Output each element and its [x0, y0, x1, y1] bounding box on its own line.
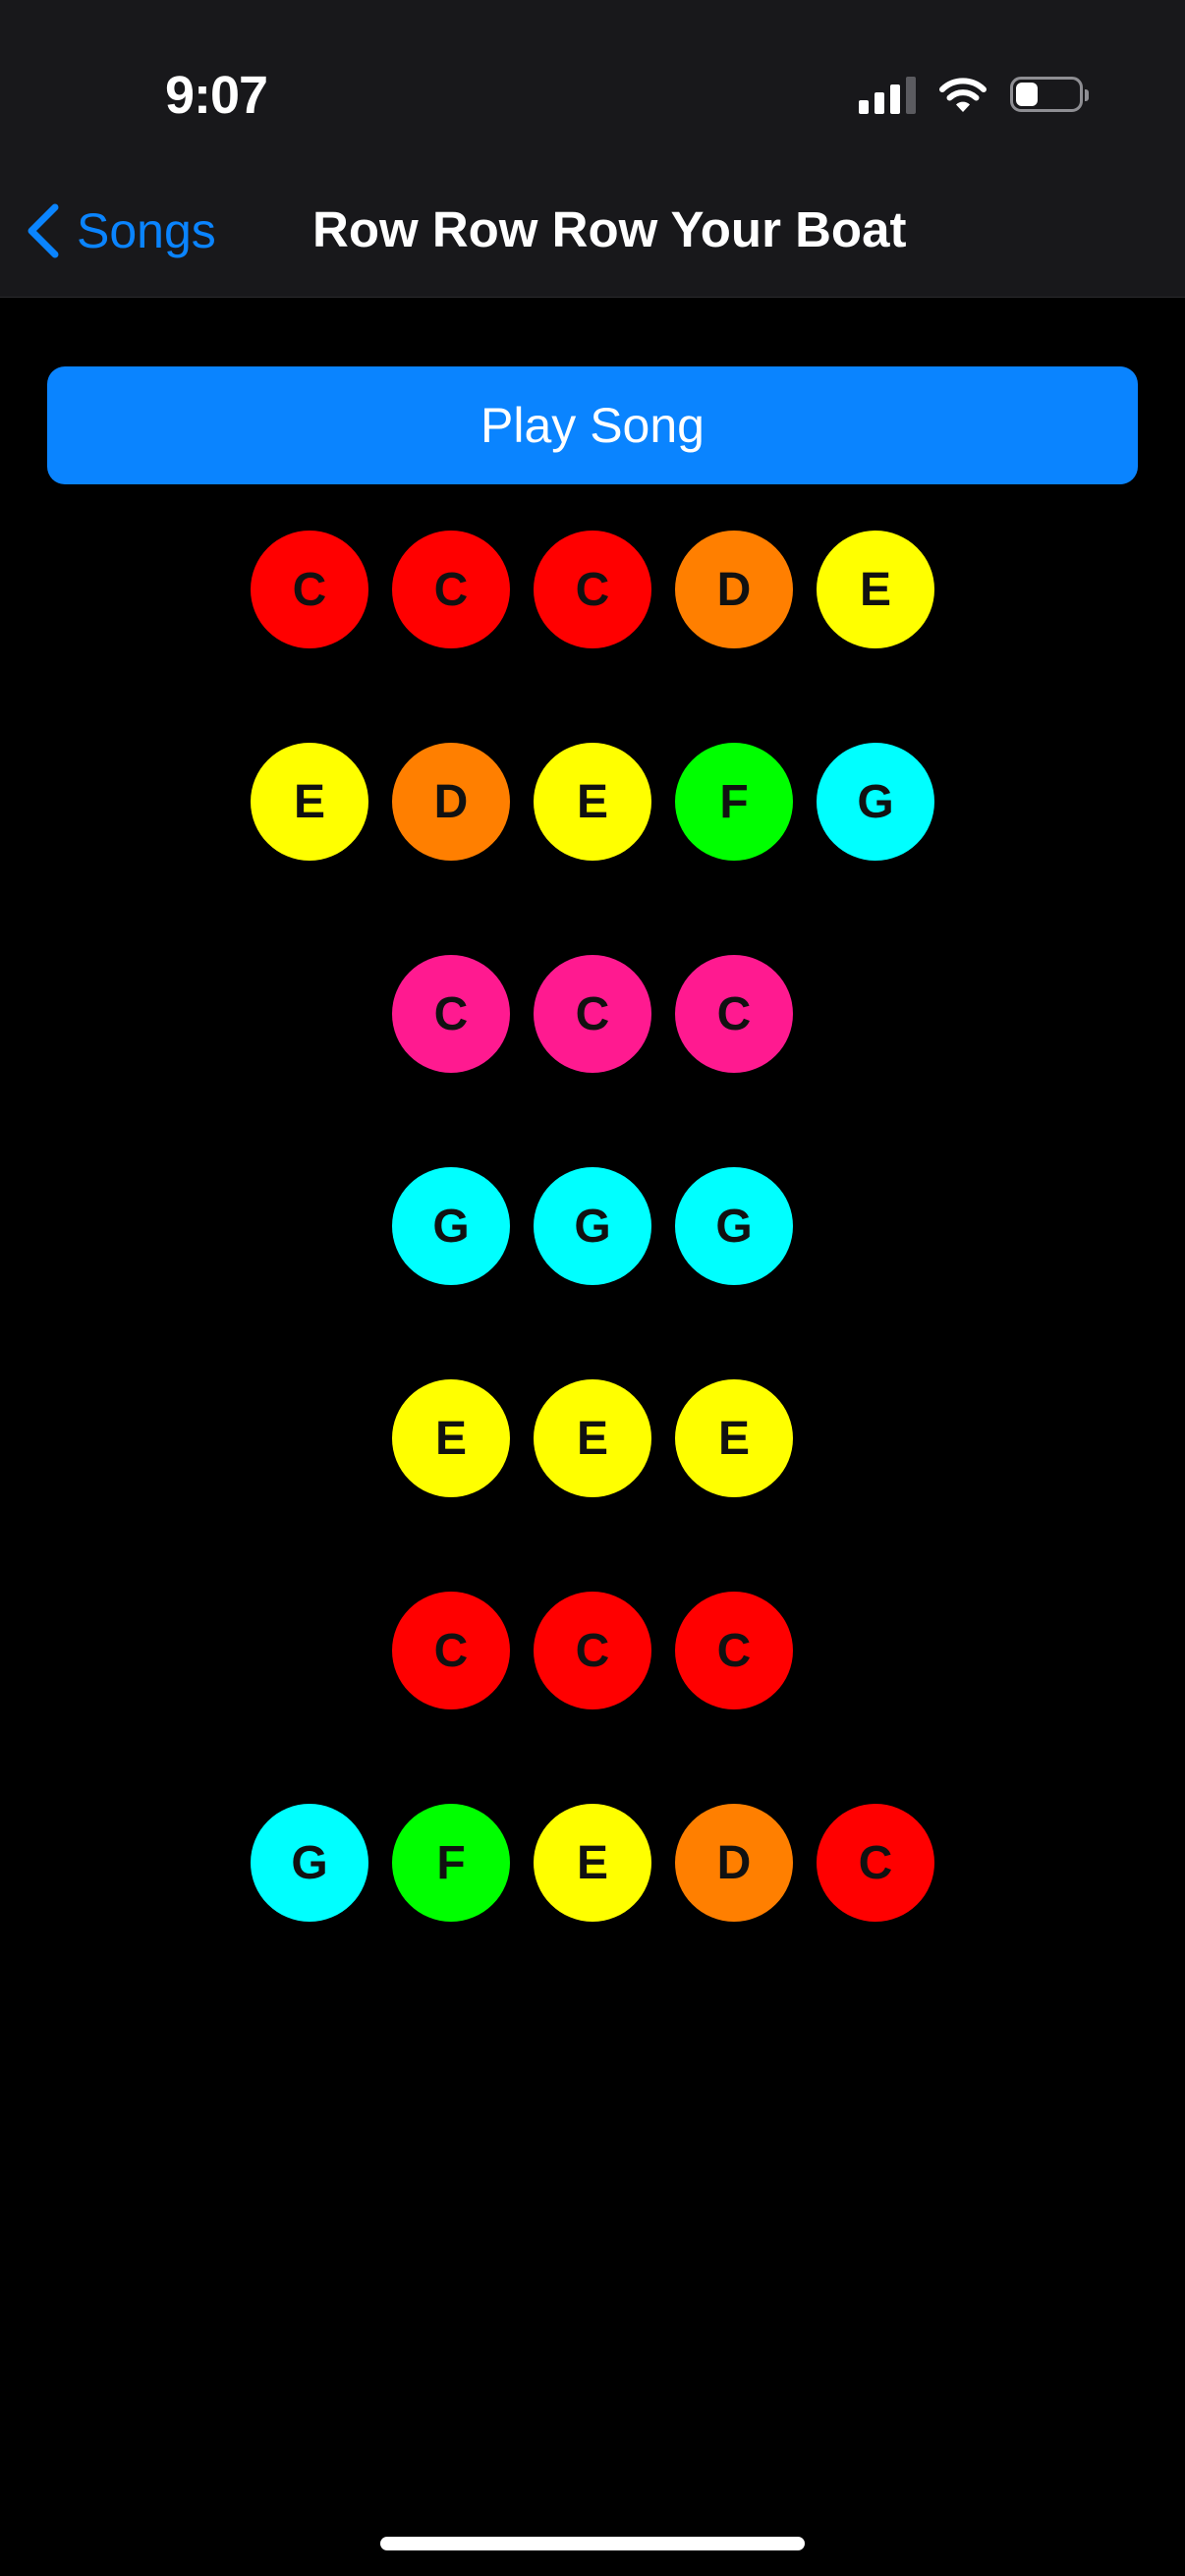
home-indicator[interactable] [380, 2537, 805, 2550]
note-circle[interactable]: E [534, 1379, 651, 1497]
chevron-left-icon [28, 203, 59, 258]
note-row: CCCDE [0, 531, 1185, 648]
wifi-icon [939, 78, 987, 112]
page-title: Row Row Row Your Boat [312, 201, 907, 257]
note-circle[interactable]: G [251, 1804, 368, 1922]
note-circle[interactable]: C [392, 531, 510, 648]
note-circle[interactable]: C [534, 531, 651, 648]
status-icons [859, 75, 1089, 114]
note-circle[interactable]: F [392, 1804, 510, 1922]
battery-icon [1010, 77, 1089, 112]
cellular-signal-icon [859, 75, 916, 114]
note-circle[interactable]: G [534, 1167, 651, 1285]
note-circle[interactable]: C [675, 1592, 793, 1709]
note-row: GFEDC [0, 1804, 1185, 1922]
note-row: EDEFG [0, 743, 1185, 861]
note-circle[interactable]: E [251, 743, 368, 861]
note-grid: CCCDEEDEFGCCCGGGEEECCCGFEDC [0, 531, 1185, 2016]
battery-level [1016, 83, 1038, 106]
note-circle[interactable]: D [675, 531, 793, 648]
note-circle[interactable]: C [817, 1804, 934, 1922]
note-circle[interactable]: D [392, 743, 510, 861]
navigation-header: 9:07 Songs Row Row Row Your Boat [0, 0, 1185, 298]
note-circle[interactable]: C [251, 531, 368, 648]
note-row: CCC [0, 1592, 1185, 1709]
note-circle[interactable]: C [534, 955, 651, 1073]
note-circle[interactable]: G [675, 1167, 793, 1285]
note-circle[interactable]: G [817, 743, 934, 861]
back-button[interactable]: Songs [24, 196, 216, 265]
note-circle[interactable]: C [392, 1592, 510, 1709]
note-circle[interactable]: D [675, 1804, 793, 1922]
note-circle[interactable]: C [392, 955, 510, 1073]
back-button-label: Songs [77, 203, 216, 258]
note-circle[interactable]: C [534, 1592, 651, 1709]
note-circle[interactable]: E [817, 531, 934, 648]
note-circle[interactable]: C [675, 955, 793, 1073]
note-circle[interactable]: F [675, 743, 793, 861]
note-circle[interactable]: E [534, 1804, 651, 1922]
note-circle[interactable]: G [392, 1167, 510, 1285]
play-song-button[interactable]: Play Song [47, 366, 1138, 484]
note-circle[interactable]: E [392, 1379, 510, 1497]
status-time: 9:07 [165, 66, 268, 125]
note-row: GGG [0, 1167, 1185, 1285]
note-circle[interactable]: E [675, 1379, 793, 1497]
note-row: CCC [0, 955, 1185, 1073]
note-circle[interactable]: E [534, 743, 651, 861]
note-row: EEE [0, 1379, 1185, 1497]
